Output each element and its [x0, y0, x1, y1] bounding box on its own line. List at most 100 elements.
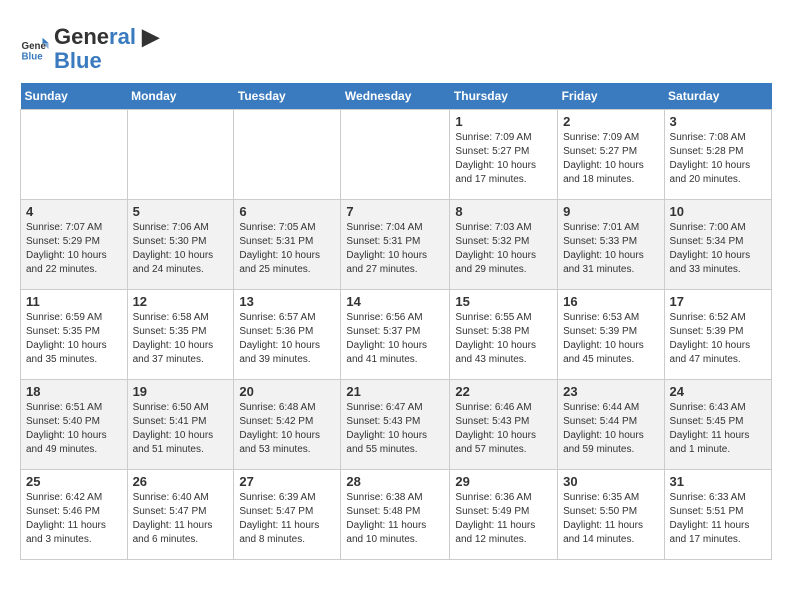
header-row: SundayMondayTuesdayWednesdayThursdayFrid… [21, 83, 772, 110]
day-number: 21 [346, 384, 444, 399]
day-cell: 6 Sunrise: 7:05 AM Sunset: 5:31 PM Daylig… [234, 200, 341, 290]
day-number: 11 [26, 294, 122, 309]
day-info: Sunrise: 6:35 AM Sunset: 5:50 PM Dayligh… [563, 491, 658, 547]
day-cell: 9Sunrise: 7:01 AM Sunset: 5:33 PM Daylig… [558, 200, 664, 290]
day-number: 23 [563, 384, 658, 399]
day-number: 22 [455, 384, 552, 399]
day-info: Sunrise: 7:06 AM Sunset: 5:30 PM Dayligh… [133, 221, 229, 277]
day-info: Sunrise: 6:43 AM Sunset: 5:45 PM Dayligh… [670, 401, 766, 457]
day-info: Sunrise: 7:09 AM Sunset: 5:27 PM Dayligh… [563, 131, 658, 187]
day-cell: 7Sunrise: 7:04 AM Sunset: 5:31 PM Daylig… [341, 200, 450, 290]
day-number: 26 [133, 474, 229, 489]
day-number: 25 [26, 474, 122, 489]
svg-text:Blue: Blue [22, 52, 44, 63]
day-cell: 5 Sunrise: 7:06 AM Sunset: 5:30 PM Daylig… [127, 200, 234, 290]
day-info: Sunrise: 7:03 AM Sunset: 5:32 PM Dayligh… [455, 221, 552, 277]
day-info: Sunrise: 6:36 AM Sunset: 5:49 PM Dayligh… [455, 491, 552, 547]
day-number: 18 [26, 384, 122, 399]
weekday-header-thursday: Thursday [450, 83, 558, 110]
day-cell: 21 Sunrise: 6:47 AM Sunset: 5:43 PM Dayli… [341, 380, 450, 470]
day-cell: 15 Sunrise: 6:55 AM Sunset: 5:38 PM Dayli… [450, 290, 558, 380]
day-number: 8 [455, 204, 552, 219]
day-number: 6 [239, 204, 335, 219]
day-info: Sunrise: 6:40 AM Sunset: 5:47 PM Dayligh… [133, 491, 229, 547]
day-info: Sunrise: 6:46 AM Sunset: 5:43 PM Dayligh… [455, 401, 552, 457]
day-info: Sunrise: 6:50 AM Sunset: 5:41 PM Dayligh… [133, 401, 229, 457]
day-number: 5 [133, 204, 229, 219]
logo: Gene Blue General ▶Blue [20, 25, 159, 73]
day-cell: 29 Sunrise: 6:36 AM Sunset: 5:49 PM Dayli… [450, 470, 558, 560]
day-number: 16 [563, 294, 658, 309]
week-row-5: 25 Sunrise: 6:42 AM Sunset: 5:46 PM Dayli… [21, 470, 772, 560]
day-info: Sunrise: 6:52 AM Sunset: 5:39 PM Dayligh… [670, 311, 766, 367]
day-cell: 19 Sunrise: 6:50 AM Sunset: 5:41 PM Dayli… [127, 380, 234, 470]
day-info: Sunrise: 6:51 AM Sunset: 5:40 PM Dayligh… [26, 401, 122, 457]
day-cell: 14Sunrise: 6:56 AM Sunset: 5:37 PM Dayli… [341, 290, 450, 380]
day-info: Sunrise: 7:07 AM Sunset: 5:29 PM Dayligh… [26, 221, 122, 277]
day-number: 3 [670, 114, 766, 129]
day-info: Sunrise: 6:47 AM Sunset: 5:43 PM Dayligh… [346, 401, 444, 457]
weekday-header-tuesday: Tuesday [234, 83, 341, 110]
day-cell: 3 Sunrise: 7:08 AM Sunset: 5:28 PM Daylig… [664, 110, 771, 200]
day-info: Sunrise: 6:38 AM Sunset: 5:48 PM Dayligh… [346, 491, 444, 547]
day-cell [127, 110, 234, 200]
day-cell [341, 110, 450, 200]
day-number: 15 [455, 294, 552, 309]
day-cell: 20 Sunrise: 6:48 AM Sunset: 5:42 PM Dayli… [234, 380, 341, 470]
day-number: 20 [239, 384, 335, 399]
day-cell: 27Sunrise: 6:39 AM Sunset: 5:47 PM Dayli… [234, 470, 341, 560]
week-row-4: 18 Sunrise: 6:51 AM Sunset: 5:40 PM Dayli… [21, 380, 772, 470]
day-info: Sunrise: 6:56 AM Sunset: 5:37 PM Dayligh… [346, 311, 444, 367]
day-number: 29 [455, 474, 552, 489]
day-number: 12 [133, 294, 229, 309]
day-cell: 25 Sunrise: 6:42 AM Sunset: 5:46 PM Dayli… [21, 470, 128, 560]
day-cell [234, 110, 341, 200]
day-info: Sunrise: 6:53 AM Sunset: 5:39 PM Dayligh… [563, 311, 658, 367]
day-info: Sunrise: 6:59 AM Sunset: 5:35 PM Dayligh… [26, 311, 122, 367]
weekday-header-friday: Friday [558, 83, 664, 110]
week-row-2: 4Sunrise: 7:07 AM Sunset: 5:29 PM Daylig… [21, 200, 772, 290]
day-cell [21, 110, 128, 200]
weekday-header-monday: Monday [127, 83, 234, 110]
weekday-header-sunday: Sunday [21, 83, 128, 110]
day-cell: 28 Sunrise: 6:38 AM Sunset: 5:48 PM Dayli… [341, 470, 450, 560]
day-cell: 18 Sunrise: 6:51 AM Sunset: 5:40 PM Dayli… [21, 380, 128, 470]
day-info: Sunrise: 7:00 AM Sunset: 5:34 PM Dayligh… [670, 221, 766, 277]
day-info: Sunrise: 6:48 AM Sunset: 5:42 PM Dayligh… [239, 401, 335, 457]
day-info: Sunrise: 7:09 AM Sunset: 5:27 PM Dayligh… [455, 131, 552, 187]
day-number: 28 [346, 474, 444, 489]
day-info: Sunrise: 7:08 AM Sunset: 5:28 PM Dayligh… [670, 131, 766, 187]
day-number: 13 [239, 294, 335, 309]
page-header: Gene Blue General ▶Blue [20, 20, 772, 73]
day-cell: 22 Sunrise: 6:46 AM Sunset: 5:43 PM Dayli… [450, 380, 558, 470]
day-cell: 30 Sunrise: 6:35 AM Sunset: 5:50 PM Dayli… [558, 470, 664, 560]
day-info: Sunrise: 6:42 AM Sunset: 5:46 PM Dayligh… [26, 491, 122, 547]
day-number: 10 [670, 204, 766, 219]
day-cell: 24 Sunrise: 6:43 AM Sunset: 5:45 PM Dayli… [664, 380, 771, 470]
day-cell: 11 Sunrise: 6:59 AM Sunset: 5:35 PM Dayli… [21, 290, 128, 380]
day-info: Sunrise: 6:33 AM Sunset: 5:51 PM Dayligh… [670, 491, 766, 547]
day-cell: 8 Sunrise: 7:03 AM Sunset: 5:32 PM Daylig… [450, 200, 558, 290]
day-number: 27 [239, 474, 335, 489]
week-row-3: 11 Sunrise: 6:59 AM Sunset: 5:35 PM Dayli… [21, 290, 772, 380]
logo-icon: Gene Blue [20, 34, 50, 64]
day-info: Sunrise: 7:05 AM Sunset: 5:31 PM Dayligh… [239, 221, 335, 277]
weekday-header-saturday: Saturday [664, 83, 771, 110]
day-info: Sunrise: 6:44 AM Sunset: 5:44 PM Dayligh… [563, 401, 658, 457]
day-cell: 13Sunrise: 6:57 AM Sunset: 5:36 PM Dayli… [234, 290, 341, 380]
day-number: 17 [670, 294, 766, 309]
day-number: 19 [133, 384, 229, 399]
calendar-table: SundayMondayTuesdayWednesdayThursdayFrid… [20, 83, 772, 560]
day-info: Sunrise: 7:04 AM Sunset: 5:31 PM Dayligh… [346, 221, 444, 277]
day-number: 30 [563, 474, 658, 489]
day-number: 31 [670, 474, 766, 489]
day-info: Sunrise: 7:01 AM Sunset: 5:33 PM Dayligh… [563, 221, 658, 277]
day-cell: 26 Sunrise: 6:40 AM Sunset: 5:47 PM Dayli… [127, 470, 234, 560]
day-cell: 23 Sunrise: 6:44 AM Sunset: 5:44 PM Dayli… [558, 380, 664, 470]
day-info: Sunrise: 6:58 AM Sunset: 5:35 PM Dayligh… [133, 311, 229, 367]
day-info: Sunrise: 6:55 AM Sunset: 5:38 PM Dayligh… [455, 311, 552, 367]
day-number: 24 [670, 384, 766, 399]
day-cell: 10 Sunrise: 7:00 AM Sunset: 5:34 PM Dayli… [664, 200, 771, 290]
weekday-header-wednesday: Wednesday [341, 83, 450, 110]
day-number: 2 [563, 114, 658, 129]
